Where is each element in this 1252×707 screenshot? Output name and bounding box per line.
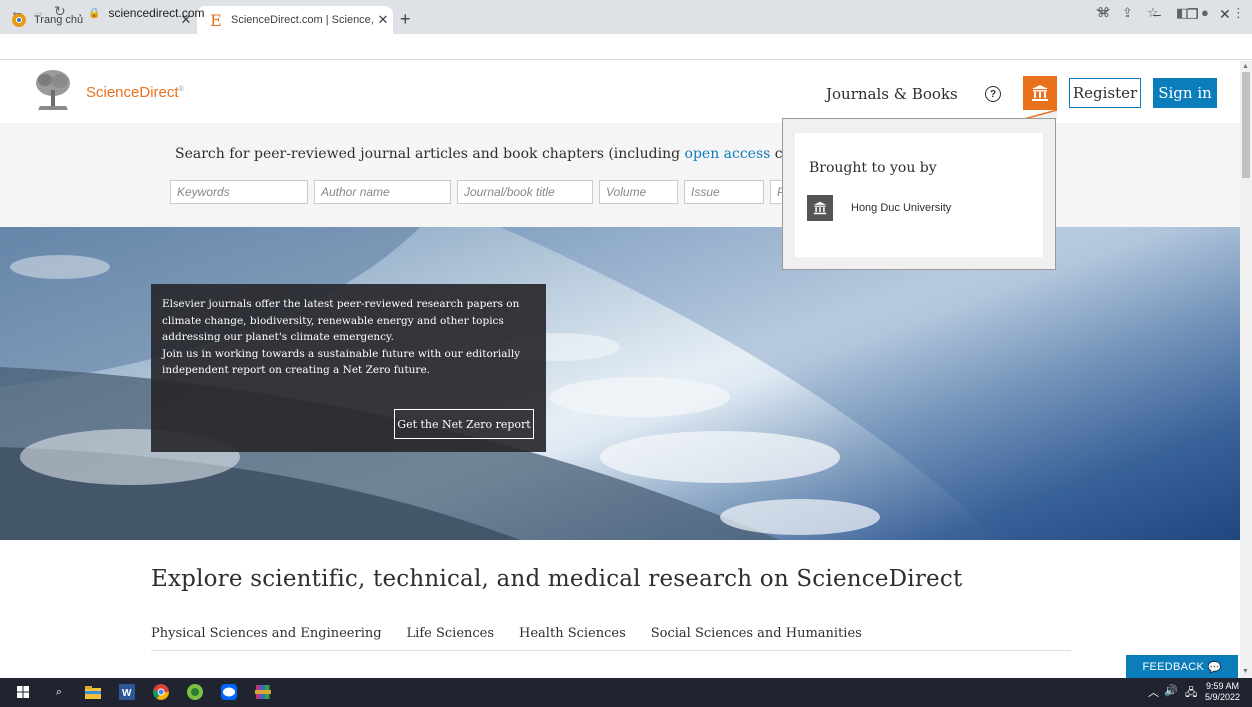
feedback-button[interactable]: FEEDBACK 💬	[1126, 655, 1238, 679]
sign-in-button[interactable]: Sign in	[1153, 78, 1217, 108]
search-caption: Search for peer-reviewed journal article…	[175, 146, 834, 162]
subject-social-sciences[interactable]: Social Sciences and Humanities	[651, 626, 862, 641]
hero-line: Elsevier journals offer the latest peer-…	[162, 298, 520, 310]
caption-text: Search for peer-reviewed journal article…	[175, 146, 685, 162]
trademark-mark: ®	[178, 86, 184, 93]
feedback-label: FEEDBACK	[1142, 661, 1205, 673]
subject-physical-sciences[interactable]: Physical Sciences and Engineering	[151, 626, 382, 641]
new-tab-button[interactable]: +	[400, 8, 411, 30]
hero-promo-text: Elsevier journals offer the latest peer-…	[162, 296, 532, 379]
institution-access-button[interactable]	[1023, 76, 1057, 110]
clock-time: 9:59 AM	[1206, 681, 1240, 691]
word-icon[interactable]: W	[118, 683, 136, 701]
subject-tabs: Physical Sciences and Engineering Life S…	[151, 626, 887, 641]
open-access-link[interactable]: open access	[685, 146, 771, 162]
keywords-input[interactable]	[170, 180, 308, 204]
journals-books-link[interactable]: Journals & Books	[826, 85, 958, 103]
lock-icon: 🔒	[88, 7, 101, 19]
scroll-up-icon[interactable]: ▲	[1242, 63, 1249, 70]
share-icon[interactable]: ⇪	[1122, 5, 1133, 21]
side-panel-icon[interactable]: ◧	[1176, 5, 1188, 21]
bookmark-star-icon[interactable]: ☆	[1147, 5, 1159, 21]
browser-toolbar	[0, 34, 1252, 60]
divider	[151, 650, 1071, 651]
clock-date: 5/9/2022	[1205, 692, 1241, 702]
subject-health-sciences[interactable]: Health Sciences	[519, 626, 626, 641]
network-icon[interactable]: 🖧	[1185, 684, 1197, 703]
profile-icon[interactable]: ●	[1201, 5, 1209, 20]
institution-name[interactable]: Hong Duc University	[851, 202, 951, 214]
forward-icon[interactable]: →	[31, 3, 45, 19]
elsevier-favicon-icon: E	[210, 10, 222, 30]
zalo-icon[interactable]	[220, 683, 238, 701]
file-explorer-icon[interactable]	[84, 683, 102, 701]
brand-text: ScienceDirect	[86, 84, 179, 101]
browser-tab-sciencedirect[interactable]: E ScienceDirect.com | Science, hea ✕	[197, 6, 393, 34]
scroll-down-icon[interactable]: ▼	[1242, 668, 1249, 675]
author-name-input[interactable]	[314, 180, 451, 204]
tray-chevron-icon[interactable]: ︿	[1148, 684, 1159, 700]
volume-input[interactable]	[599, 180, 678, 204]
back-icon[interactable]: ←	[10, 3, 24, 19]
volume-icon[interactable]: 🔊	[1164, 684, 1178, 697]
url-text: sciencedirect.com	[108, 6, 205, 20]
explore-heading: Explore scientific, technical, and medic…	[151, 566, 963, 592]
journal-title-input[interactable]	[457, 180, 593, 204]
hero-line: climate change, biodiversity, renewable …	[162, 314, 504, 327]
translate-icon[interactable]: ⌘	[1097, 5, 1110, 21]
brand-name[interactable]: ScienceDirect®	[86, 84, 184, 101]
tab-close-icon[interactable]: ✕	[373, 12, 393, 28]
window-close-button[interactable]: ✕	[1219, 6, 1231, 23]
reload-icon[interactable]: ↻	[54, 3, 66, 20]
register-button[interactable]: Register	[1069, 78, 1141, 108]
address-bar[interactable]: 🔒 sciencedirect.com	[88, 3, 205, 23]
search-icon[interactable]: ⌕	[50, 683, 68, 701]
svg-text:W: W	[122, 688, 132, 699]
help-icon[interactable]: ?	[985, 86, 1001, 102]
taskbar-clock[interactable]: 9:59 AM 5/9/2022	[1205, 681, 1240, 703]
issue-input[interactable]	[684, 180, 764, 204]
hero-line: Join us in working towards a sustainable…	[162, 347, 521, 360]
elsevier-tree-logo-icon[interactable]	[32, 68, 74, 114]
scroll-thumb[interactable]	[1242, 72, 1250, 178]
institution-icon	[1032, 85, 1048, 101]
subject-life-sciences[interactable]: Life Sciences	[407, 626, 494, 641]
tab-title: ScienceDirect.com | Science, hea	[231, 14, 373, 26]
winrar-icon[interactable]	[254, 683, 272, 701]
institution-icon	[807, 195, 833, 221]
menu-kebab-icon[interactable]: ⋮	[1232, 5, 1245, 21]
popover-title: Brought to you by	[809, 160, 937, 176]
app-icon[interactable]	[186, 683, 204, 701]
chrome-icon[interactable]	[152, 683, 170, 701]
net-zero-report-button[interactable]: Get the Net Zero report	[394, 409, 534, 439]
speech-bubble-icon: 💬	[1207, 661, 1222, 674]
hero-line: independent report on creating a Net Zer…	[162, 364, 431, 376]
hero-line: addressing our planet's climate emergenc…	[162, 331, 394, 343]
windows-start-icon[interactable]	[14, 683, 32, 701]
